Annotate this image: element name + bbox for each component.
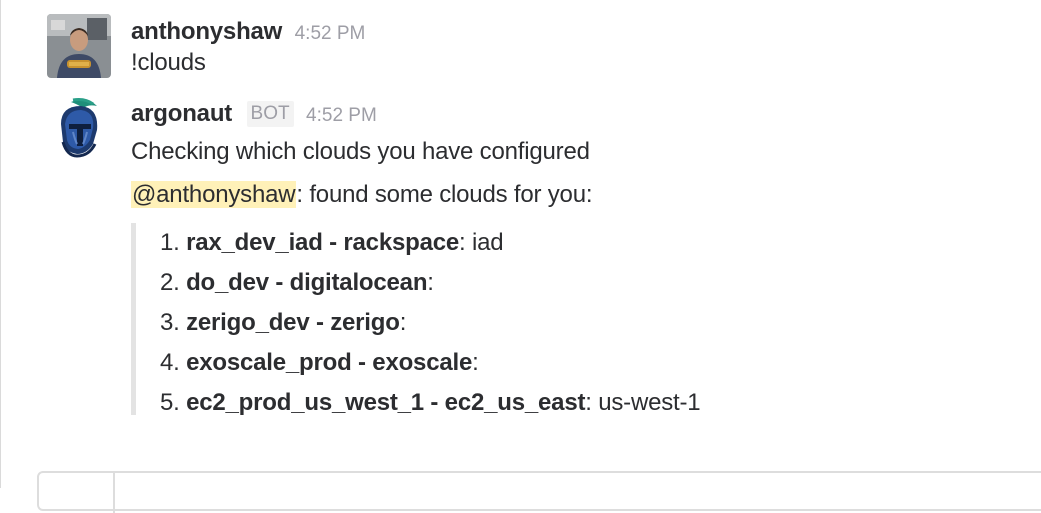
upload-button-divider	[113, 473, 115, 513]
bot-avatar[interactable]	[47, 96, 111, 160]
cloud-detail: :	[427, 269, 434, 296]
cloud-name: exoscale_prod - exoscale	[186, 349, 473, 376]
cloud-name: zerigo_dev - zerigo	[186, 309, 400, 336]
list-item: 5. ec2_prod_us_west_1 - ec2_us_east: us-…	[160, 383, 831, 423]
user-avatar[interactable]	[47, 14, 111, 78]
cloud-detail: : us-west-1	[585, 389, 701, 416]
cloud-name: rax_dev_iad - rackspace	[186, 229, 460, 256]
bot-badge: BOT	[246, 101, 294, 127]
mention-line: @anthonyshaw: found some clouds for you:	[131, 178, 1031, 212]
message-timestamp[interactable]: 4:52 PM	[306, 105, 377, 126]
clouds-list-attachment: 1. rax_dev_iad - rackspace: iad 2. do_de…	[131, 223, 831, 416]
list-number: 5.	[160, 389, 180, 416]
cloud-detail: :	[399, 309, 407, 336]
list-item: 2. do_dev - digitalocean:	[160, 263, 831, 303]
cloud-name: ec2_prod_us_west_1 - ec2_us_east	[186, 389, 586, 416]
message-input[interactable]	[37, 471, 1041, 513]
list-number: 3.	[160, 309, 180, 336]
message-timestamp[interactable]: 4:52 PM	[295, 23, 366, 44]
list-number: 4.	[160, 349, 180, 376]
list-item: 3. zerigo_dev - zerigo:	[160, 303, 831, 343]
cloud-name: do_dev - digitalocean	[186, 269, 428, 296]
list-item: 1. rax_dev_iad - rackspace: iad	[160, 223, 831, 263]
cloud-detail: : iad	[459, 229, 504, 256]
list-number: 2.	[160, 269, 180, 296]
chat-pane: anthonyshaw 4:52 PM !clouds argonaut BOT…	[0, 0, 1041, 513]
message-text: Checking which clouds you have configure…	[131, 138, 590, 165]
sender-name[interactable]: anthonyshaw	[131, 18, 282, 45]
cloud-detail: :	[472, 349, 479, 376]
sender-name[interactable]: argonaut	[131, 100, 232, 127]
message-text: !clouds	[131, 49, 206, 76]
list-item: 4. exoscale_prod - exoscale:	[160, 343, 831, 383]
mention-suffix: : found some clouds for you:	[296, 181, 593, 208]
list-number: 1.	[160, 229, 180, 256]
user-mention[interactable]: @anthonyshaw	[131, 181, 297, 208]
